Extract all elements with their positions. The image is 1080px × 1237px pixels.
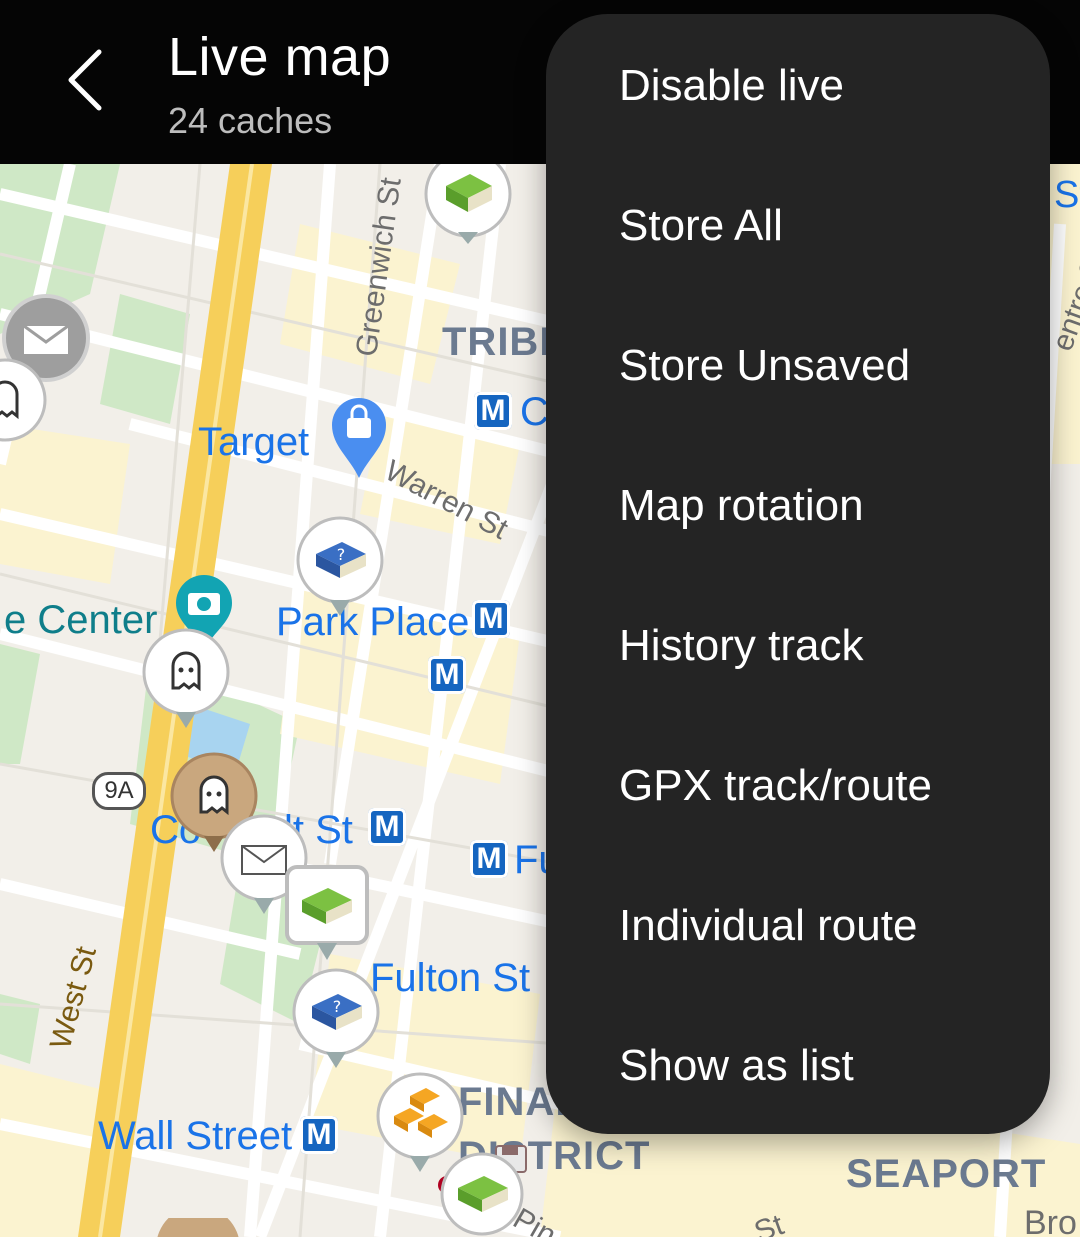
chambers-label[interactable]: C [520,390,549,435]
center-label[interactable]: e Center [4,598,157,643]
chevron-left-icon [68,49,102,111]
mystery-cache-icon[interactable]: ? [294,516,386,628]
virtual-cache-icon[interactable] [0,358,50,458]
wall-street-label[interactable]: Wall Street [98,1114,292,1159]
menu-item-store-all[interactable]: Store All [546,156,1050,296]
page-title: Live map [168,27,392,87]
tribeca-label: TRIBI [442,320,552,364]
overflow-menu: Disable live Store All Store Unsaved Map… [546,14,1050,1134]
svg-text:?: ? [333,997,342,1016]
st-edge-label: St [1054,174,1080,216]
metro-icon[interactable]: M [368,808,406,846]
menu-item-map-rotation[interactable]: Map rotation [546,436,1050,576]
menu-item-disable-live[interactable]: Disable live [546,16,1050,156]
metro-icon[interactable]: M [470,840,508,878]
svg-text:?: ? [337,545,346,564]
route-9a-shield: 9A [92,772,146,810]
cache-count: 24 caches [168,100,333,141]
traditional-cache-icon[interactable] [284,864,370,964]
found-cache-icon[interactable] [150,1218,246,1237]
back-button[interactable] [50,40,120,120]
metro-icon[interactable]: M [472,600,510,638]
virtual-cache-icon[interactable] [140,628,232,740]
metro-icon[interactable]: M [474,392,512,430]
metro-icon[interactable]: M [300,1116,338,1154]
bro-label: Bro [1024,1204,1077,1237]
target-label[interactable]: Target [198,420,309,465]
seaport-label: SEAPORT [846,1152,1047,1196]
metro-icon[interactable]: M [428,656,466,694]
mystery-cache-icon[interactable]: ? [290,968,382,1080]
menu-item-show-as-list[interactable]: Show as list [546,996,1050,1136]
menu-item-gpx-track-route[interactable]: GPX track/route [546,716,1050,856]
fulton-st-label[interactable]: Fulton St [370,956,530,1001]
menu-item-individual-route[interactable]: Individual route [546,856,1050,996]
traditional-cache-icon[interactable] [436,1150,528,1237]
shopping-bag-icon[interactable] [330,396,388,480]
menu-item-store-unsaved[interactable]: Store Unsaved [546,296,1050,436]
menu-item-history-track[interactable]: History track [546,576,1050,716]
traditional-cache-icon[interactable] [420,164,516,246]
